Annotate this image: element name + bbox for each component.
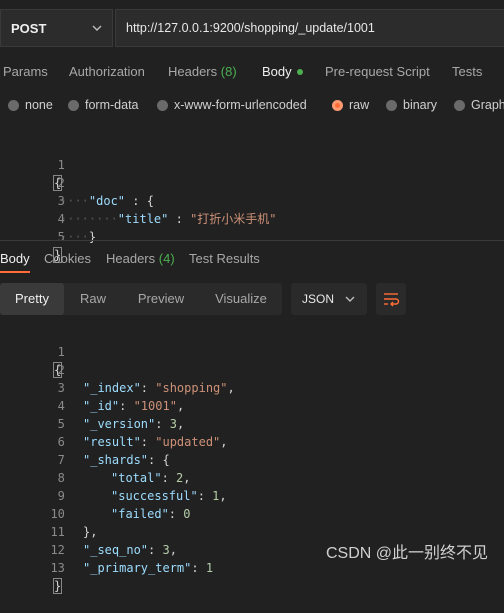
radio-button bbox=[386, 99, 397, 111]
radio-button bbox=[68, 99, 79, 111]
radio-label: none bbox=[25, 98, 53, 112]
code-line: 5 } bbox=[0, 210, 504, 263]
tab-label: Test Results bbox=[189, 251, 260, 266]
line-number: 5 bbox=[57, 230, 65, 244]
radio-label: x-www-form-urlencoded bbox=[174, 98, 307, 112]
json-key: "_primary_term" bbox=[83, 561, 192, 575]
radio-form-data[interactable]: form-data bbox=[68, 98, 139, 112]
radio-none[interactable]: none bbox=[8, 98, 53, 112]
tab-cookies[interactable]: Cookies bbox=[44, 245, 91, 273]
radio-x-www-form-urlencoded[interactable]: x-www-form-urlencoded bbox=[157, 98, 307, 112]
response-body-viewer[interactable]: 1 { 2 "_index": "shopping", 3 "_id": "10… bbox=[0, 325, 504, 594]
tab-label: Authorization bbox=[69, 64, 145, 79]
wrap-lines-icon bbox=[384, 293, 400, 307]
tab-label: Body bbox=[0, 251, 30, 266]
json-number: 1 bbox=[205, 561, 214, 575]
tab-label: Cookies bbox=[44, 251, 91, 266]
code-line: 1 { bbox=[0, 138, 504, 191]
tab-response-body[interactable]: Body bbox=[0, 245, 30, 273]
code-line: 10 }, bbox=[0, 487, 504, 539]
method-select[interactable]: POST bbox=[0, 9, 113, 47]
view-label: Visualize bbox=[215, 291, 267, 306]
tab-tests[interactable]: Tests bbox=[452, 58, 482, 86]
view-label: Pretty bbox=[15, 291, 49, 306]
code-line: 1 { bbox=[0, 325, 504, 378]
url-text: http://127.0.0.1:9200/shopping/_update/1… bbox=[126, 21, 375, 35]
radio-label: binary bbox=[403, 98, 438, 112]
chevron-down-icon bbox=[345, 296, 355, 302]
code-line: 8 "successful": 1, bbox=[0, 451, 504, 503]
tab-label: Tests bbox=[452, 64, 483, 79]
tab-headers[interactable]: Headers (8) bbox=[168, 58, 237, 86]
view-preview-button[interactable]: Preview bbox=[122, 283, 200, 315]
json-brace: } bbox=[52, 578, 63, 594]
code-line: 2 "_index": "shopping", bbox=[0, 343, 504, 395]
tab-params[interactable]: Params bbox=[3, 58, 48, 86]
radio-label: raw bbox=[349, 98, 370, 112]
code-line: 7 "total": 2, bbox=[0, 433, 504, 485]
tab-label: Pre-request Script bbox=[325, 64, 430, 79]
view-label: Preview bbox=[137, 291, 185, 306]
code-line: 3 "_id": "1001", bbox=[0, 361, 504, 413]
radio-button bbox=[8, 99, 19, 111]
code-line: 3 ········"title" : "打折小米手机" bbox=[0, 174, 504, 226]
code-line: 6 "_shards": { bbox=[0, 415, 504, 467]
radio-button bbox=[454, 99, 465, 111]
code-line: 4 "_version": 3, bbox=[0, 379, 504, 431]
json-brace: } bbox=[88, 230, 97, 244]
view-visualize-button[interactable]: Visualize bbox=[200, 283, 282, 315]
tab-pre-request-script[interactable]: Pre-request Script bbox=[325, 58, 430, 86]
headers-count: (8) bbox=[220, 64, 237, 79]
format-select[interactable]: JSON bbox=[291, 283, 367, 315]
code-line: 4 ····} bbox=[0, 192, 504, 244]
code-line: 11 "_seq_no": 3, bbox=[0, 505, 504, 557]
method-label: POST bbox=[11, 20, 47, 36]
view-mode-group: Pretty Raw Preview Visualize bbox=[0, 283, 282, 315]
radio-label: form-data bbox=[85, 98, 139, 112]
request-body-editor[interactable]: 1 { 2 ····"doc" : { 3 ········"title" : … bbox=[0, 138, 504, 263]
headers-count: (4) bbox=[158, 251, 175, 266]
line-number: 13 bbox=[50, 561, 65, 575]
radio-button bbox=[157, 99, 168, 111]
tab-label: Headers bbox=[106, 251, 156, 266]
wrap-lines-button[interactable] bbox=[376, 283, 406, 315]
format-label: JSON bbox=[302, 292, 335, 306]
tab-label: Params bbox=[3, 64, 48, 79]
radio-graphql[interactable]: Graph bbox=[454, 98, 504, 112]
view-pretty-button[interactable]: Pretty bbox=[0, 283, 64, 315]
url-input[interactable]: http://127.0.0.1:9200/shopping/_update/1… bbox=[115, 9, 504, 47]
tab-response-headers[interactable]: Headers (4) bbox=[106, 245, 175, 273]
radio-label: Graph bbox=[471, 98, 504, 112]
chevron-down-icon bbox=[92, 25, 102, 31]
request-bar: POST http://127.0.0.1:9200/shopping/_upd… bbox=[0, 9, 504, 47]
tab-authorization[interactable]: Authorization bbox=[69, 58, 145, 86]
code-line: 2 ····"doc" : { bbox=[0, 156, 504, 208]
view-raw-button[interactable]: Raw bbox=[64, 283, 122, 315]
section-divider bbox=[0, 240, 504, 241]
radio-button-selected bbox=[332, 99, 343, 111]
radio-binary[interactable]: binary bbox=[386, 98, 437, 112]
body-modified-dot bbox=[296, 68, 303, 75]
code-line: 5 "result": "updated", bbox=[0, 397, 504, 449]
tab-label: Headers bbox=[168, 64, 218, 79]
tab-test-results[interactable]: Test Results bbox=[189, 245, 260, 273]
tab-label: Body bbox=[262, 64, 292, 79]
radio-raw[interactable]: raw bbox=[332, 98, 369, 112]
view-label: Raw bbox=[79, 291, 106, 306]
code-line: 9 "failed": 0 bbox=[0, 469, 504, 521]
watermark: CSDN @此一别终不见 bbox=[325, 545, 488, 562]
tab-body[interactable]: Body bbox=[262, 58, 303, 86]
